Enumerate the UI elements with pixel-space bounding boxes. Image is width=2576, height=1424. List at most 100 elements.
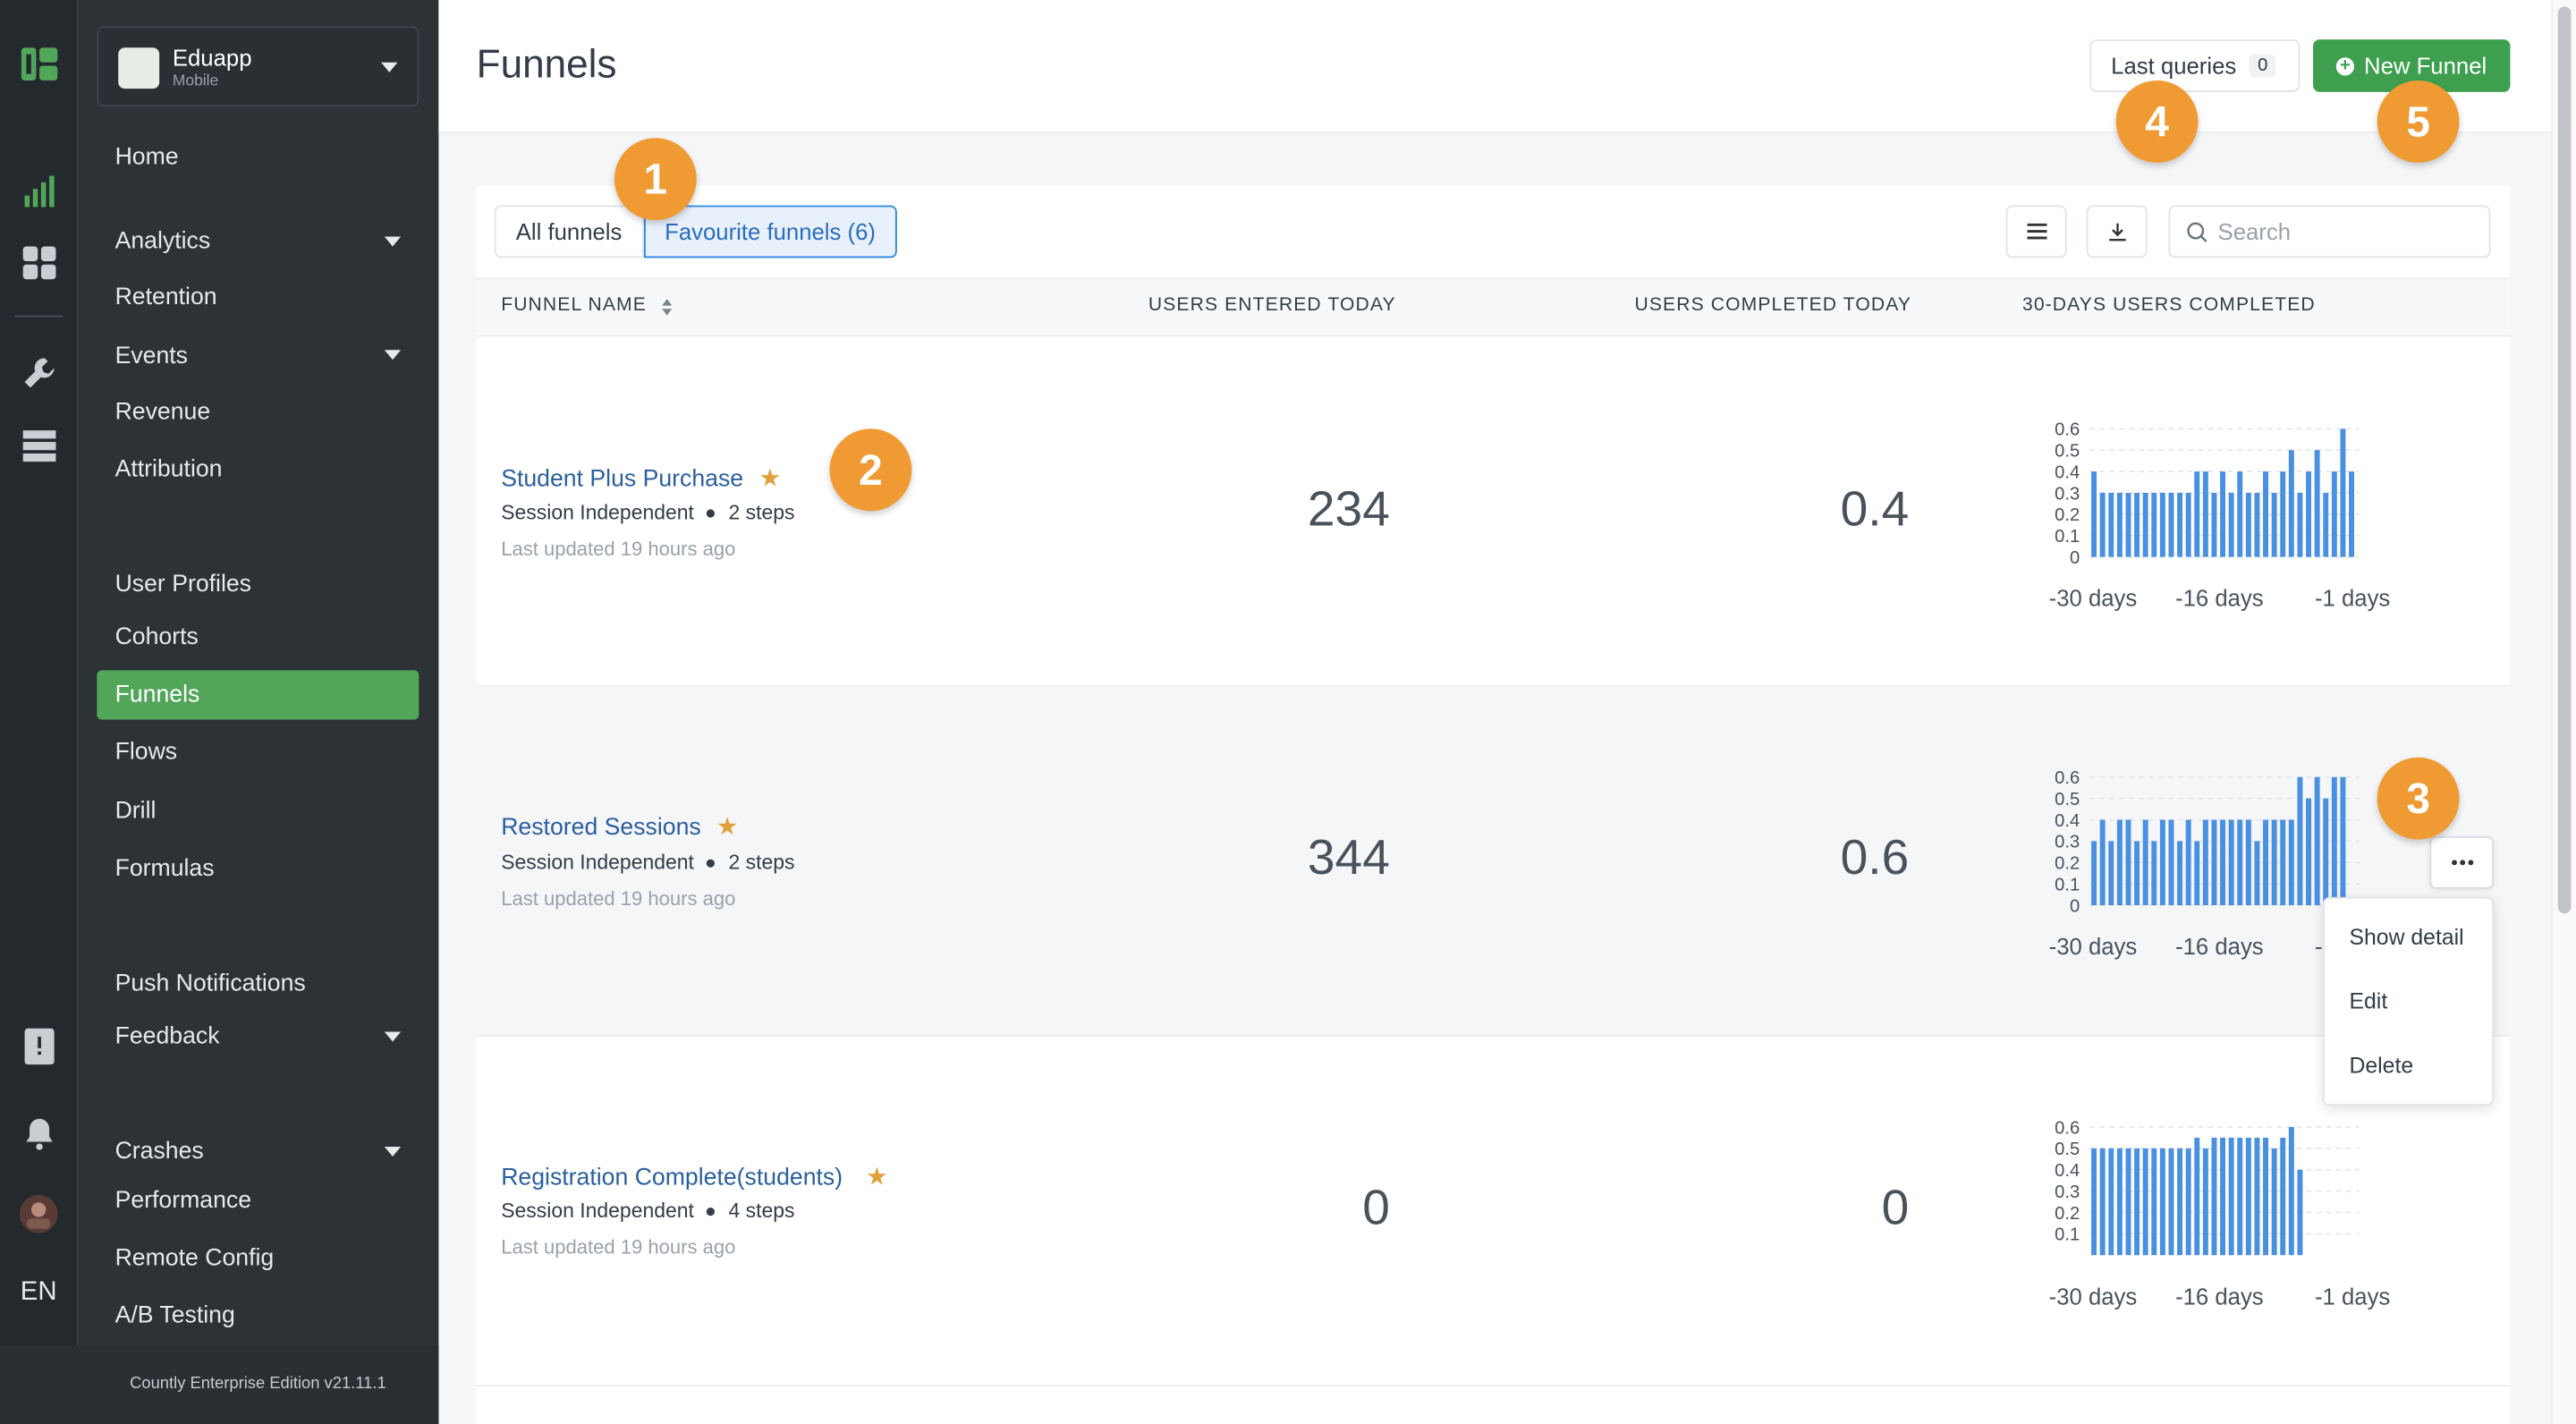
chevron-down-icon[interactable] bbox=[384, 1031, 402, 1042]
x-tick-label: -30 days bbox=[2049, 935, 2138, 960]
sort-icon[interactable] bbox=[660, 297, 674, 317]
language-switch[interactable]: EN bbox=[18, 1272, 59, 1313]
funnel-name-link[interactable]: Student Plus Purchase bbox=[501, 467, 743, 493]
users-entered-value: 234 bbox=[1307, 482, 1390, 538]
chart-bar bbox=[2314, 450, 2320, 557]
y-tick-label: 0.3 bbox=[2055, 484, 2080, 504]
chevron-down-icon[interactable] bbox=[384, 236, 402, 247]
analytics-bars-icon[interactable] bbox=[18, 169, 59, 210]
dashboard-grid-icon[interactable] bbox=[18, 242, 59, 283]
users-entered-value: 344 bbox=[1307, 831, 1390, 886]
y-tick-label: 0.2 bbox=[2055, 854, 2080, 874]
sidebar-item-performance[interactable]: Performance bbox=[115, 1188, 251, 1214]
chart-bar bbox=[2168, 1148, 2174, 1256]
chart-bar bbox=[2220, 819, 2226, 906]
star-icon[interactable]: ★ bbox=[866, 1162, 888, 1191]
sidebar-item-retention[interactable]: Retention bbox=[115, 284, 217, 310]
chart-bar bbox=[2116, 1148, 2123, 1256]
sidebar-item-flows[interactable]: Flows bbox=[115, 740, 178, 766]
y-tick-label: 0.6 bbox=[2055, 768, 2080, 788]
database-icon[interactable] bbox=[18, 424, 59, 465]
tab-favourite-funnels[interactable]: Favourite funnels (6) bbox=[643, 205, 897, 259]
bell-icon[interactable] bbox=[18, 1112, 59, 1153]
sidebar-item-cohorts[interactable]: Cohorts bbox=[115, 624, 199, 650]
step-count: 2 steps bbox=[728, 501, 795, 524]
chart-bar bbox=[2306, 798, 2312, 906]
sidebar-item-events[interactable]: Events bbox=[115, 343, 188, 369]
chart-bar bbox=[2159, 493, 2165, 557]
chevron-down-icon[interactable] bbox=[384, 1147, 402, 1157]
sidebar-item-revenue[interactable]: Revenue bbox=[115, 399, 211, 425]
chart-bar bbox=[2340, 428, 2346, 557]
page-title: Funnels bbox=[476, 42, 617, 88]
star-icon[interactable]: ★ bbox=[716, 811, 739, 841]
chart-bar bbox=[2159, 819, 2165, 906]
chart-bar bbox=[2271, 1148, 2277, 1256]
sidebar-item-drill[interactable]: Drill bbox=[115, 799, 157, 825]
sidebar-item-analytics[interactable]: Analytics bbox=[115, 228, 211, 254]
report-icon[interactable] bbox=[18, 1025, 59, 1066]
chart-bar bbox=[2211, 493, 2217, 557]
download-button[interactable] bbox=[2086, 205, 2148, 259]
avatar[interactable] bbox=[18, 1192, 59, 1233]
chart-bar bbox=[2323, 798, 2329, 906]
chart-bar bbox=[2185, 493, 2191, 557]
chart-bar bbox=[2185, 819, 2191, 906]
sidebar-item-user-profiles[interactable]: User Profiles bbox=[115, 572, 251, 598]
column-settings-button[interactable] bbox=[2005, 205, 2067, 259]
chart-bar bbox=[2254, 841, 2260, 906]
chart-bar bbox=[2142, 493, 2148, 557]
chart-bar bbox=[2159, 1148, 2165, 1256]
column-funnel-name[interactable]: FUNNEL NAME bbox=[501, 296, 647, 316]
x-tick-label: -1 days bbox=[2315, 1284, 2390, 1310]
funnel-name-link[interactable]: Registration Complete(students) bbox=[501, 1165, 843, 1191]
last-updated: Last updated 19 hours ago bbox=[501, 1235, 736, 1259]
session-type: Session Independent bbox=[501, 1199, 694, 1223]
sidebar-item-remote-config[interactable]: Remote Config bbox=[115, 1245, 275, 1271]
scrollbar[interactable] bbox=[2551, 0, 2576, 1424]
scrollbar-thumb[interactable] bbox=[2557, 6, 2572, 914]
plus-circle-icon: + bbox=[2335, 55, 2354, 75]
sidebar-item-ab-testing[interactable]: A/B Testing bbox=[115, 1303, 235, 1329]
app-selector[interactable]: Eduapp Mobile bbox=[97, 26, 419, 107]
sidebar-item-home[interactable]: Home bbox=[115, 145, 179, 171]
chart-bar bbox=[2211, 1137, 2217, 1256]
sidebar-item-feedback[interactable]: Feedback bbox=[115, 1023, 220, 1049]
sidebar-item-formulas[interactable]: Formulas bbox=[115, 856, 215, 882]
chart-bar bbox=[2125, 1148, 2131, 1256]
chart-bar bbox=[2263, 471, 2269, 557]
chart-bar bbox=[2314, 776, 2320, 906]
chart-bar bbox=[2177, 841, 2183, 906]
tab-all-funnels[interactable]: All funnels bbox=[494, 205, 644, 259]
last-updated: Last updated 19 hours ago bbox=[501, 537, 736, 561]
countly-logo-icon[interactable] bbox=[18, 43, 59, 84]
sidebar-item-crashes[interactable]: Crashes bbox=[115, 1139, 204, 1165]
users-entered-value: 0 bbox=[1362, 1181, 1390, 1236]
last-queries-button[interactable]: Last queries 0 bbox=[2089, 39, 2301, 92]
ellipsis-icon bbox=[2451, 860, 2473, 866]
row-more-button[interactable] bbox=[2429, 835, 2495, 889]
chart-bar bbox=[2271, 493, 2277, 557]
chevron-down-icon[interactable] bbox=[384, 350, 402, 360]
menu-show-detail[interactable]: Show detail bbox=[2349, 925, 2463, 950]
star-icon[interactable]: ★ bbox=[759, 463, 782, 493]
sidebar-item-attribution[interactable]: Attribution bbox=[115, 457, 223, 483]
chart-bar bbox=[2254, 1137, 2260, 1256]
sidebar-item-funnels[interactable]: Funnels bbox=[115, 682, 200, 708]
funnel-name-link[interactable]: Restored Sessions bbox=[501, 815, 701, 841]
chart-bar bbox=[2125, 493, 2131, 557]
chart-bar bbox=[2091, 1148, 2097, 1256]
menu-edit[interactable]: Edit bbox=[2349, 989, 2387, 1014]
menu-delete[interactable]: Delete bbox=[2349, 1053, 2413, 1078]
session-type: Session Independent bbox=[501, 501, 694, 524]
users-completed-value: 0.6 bbox=[1840, 831, 1910, 886]
row-action-menu: Show detail Edit Delete bbox=[2323, 896, 2495, 1106]
download-icon bbox=[2108, 223, 2125, 242]
chart-bar bbox=[2288, 450, 2294, 557]
search-input[interactable] bbox=[2217, 218, 2465, 245]
sidebar-item-push-notifications[interactable]: Push Notifications bbox=[115, 971, 306, 996]
chart-bar bbox=[2108, 493, 2114, 557]
search-box[interactable] bbox=[2168, 205, 2491, 259]
last-queries-label: Last queries bbox=[2111, 52, 2237, 80]
wrench-icon[interactable] bbox=[18, 352, 59, 393]
